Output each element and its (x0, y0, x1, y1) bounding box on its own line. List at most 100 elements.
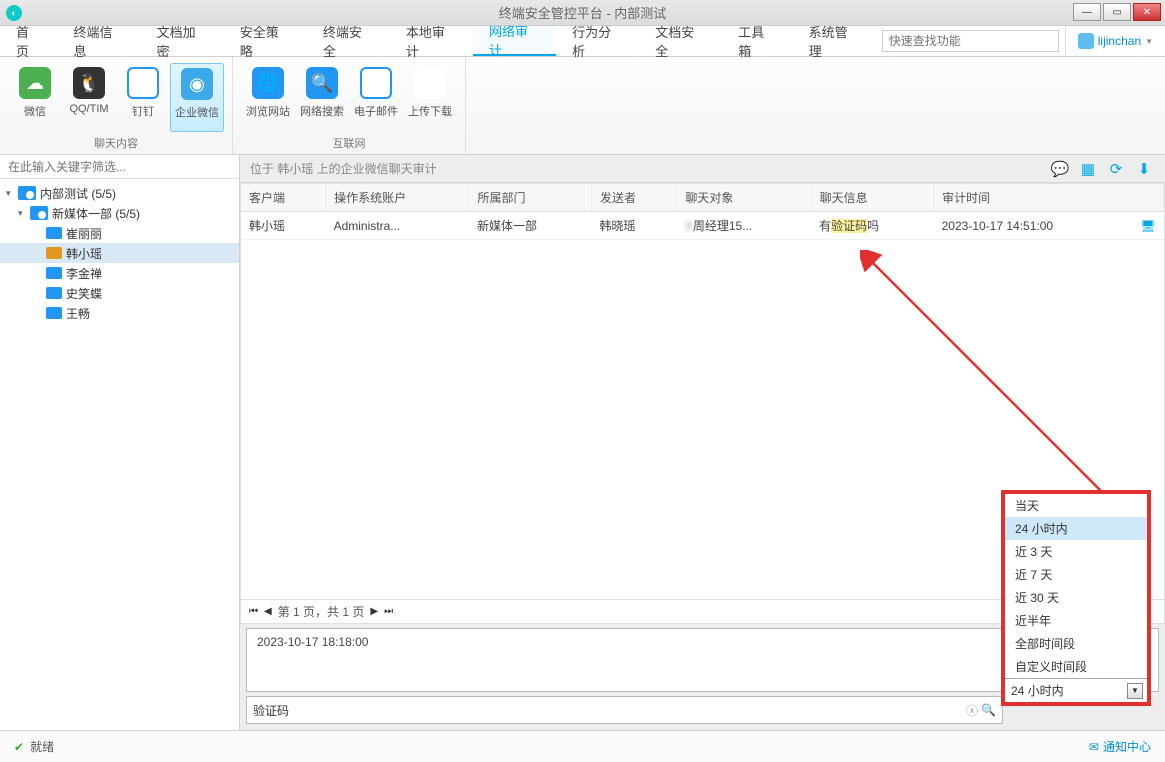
pc-icon (46, 267, 62, 279)
tab-doc-security[interactable]: 文档安全 (639, 26, 722, 56)
ribbon-group-internet-label: 互联网 (233, 132, 465, 154)
ribbon-email[interactable]: ✉电子邮件 (349, 63, 403, 132)
maximize-button[interactable]: ▭ (1103, 3, 1131, 21)
statusbar: ✔ 就绪 ✉ 通知中心 (0, 730, 1165, 762)
monitor-icon[interactable]: 🖥 (1140, 219, 1155, 233)
time-option[interactable]: 近 3 天 (1005, 540, 1147, 563)
tree: ▾内部测试 (5/5) ▾新媒体一部 (5/5) 崔丽丽 韩小瑶 李金禅 史笑蝶… (0, 179, 239, 730)
location-text: 位于 韩小瑶 上的企业微信聊天审计 (250, 160, 437, 177)
col-os-account[interactable]: 操作系统账户 (326, 184, 469, 212)
minimize-button[interactable]: — (1073, 3, 1101, 21)
notification-center[interactable]: ✉ 通知中心 (1089, 738, 1151, 755)
window-controls: — ▭ ✕ (1073, 3, 1161, 21)
username: lijinchan (1098, 34, 1141, 48)
pc-icon (46, 307, 62, 319)
sidebar: ▾内部测试 (5/5) ▾新媒体一部 (5/5) 崔丽丽 韩小瑶 李金禅 史笑蝶… (0, 155, 240, 730)
tab-local-audit[interactable]: 本地审计 (390, 26, 473, 56)
time-option[interactable]: 当天 (1005, 494, 1147, 517)
ding-icon: ✈ (127, 67, 159, 99)
tree-member[interactable]: 李金禅 (0, 263, 239, 283)
pager-first[interactable]: ⏮ (249, 606, 258, 617)
log-timestamp: 2023-10-17 18:18:00 (257, 635, 368, 649)
cloud-upload-icon: ☁ (414, 67, 446, 99)
col-target[interactable]: 聊天对象 (677, 184, 811, 212)
col-time[interactable]: 审计时间 (934, 184, 1164, 212)
keyword-value[interactable]: 验证码 (253, 702, 289, 719)
time-combo-value: 24 小时内 (1011, 682, 1064, 699)
quick-search-input[interactable] (882, 30, 1059, 52)
wechat-icon: ☁ (19, 67, 51, 99)
search-icon[interactable]: 🔍 (981, 703, 996, 717)
cell-time: 2023-10-17 14:51:00 🖥 (934, 212, 1164, 240)
collapse-icon: ▾ (18, 208, 30, 219)
location-bar: 位于 韩小瑶 上的企业微信聊天审计 💬 ▦ ⟳ ⬇ (240, 155, 1165, 183)
ribbon-wechat[interactable]: ☁微信 (8, 63, 62, 132)
tree-member[interactable]: 史笑蝶 (0, 283, 239, 303)
tree-member[interactable]: 崔丽丽 (0, 223, 239, 243)
chevron-down-icon[interactable]: ▼ (1127, 683, 1143, 699)
pc-icon (46, 287, 62, 299)
avatar-icon (1078, 33, 1094, 49)
chat-bubble-icon[interactable]: 💬 (1049, 158, 1071, 180)
tab-terminal-info[interactable]: 终端信息 (58, 26, 141, 56)
user-menu[interactable]: lijinchan ▼ (1065, 26, 1165, 56)
pager-last[interactable]: ⏭ (384, 606, 393, 617)
tab-home[interactable]: 首页 (0, 26, 58, 56)
ribbon-upload[interactable]: ☁上传下载 (403, 63, 457, 132)
pager-prev[interactable]: ◀ (264, 606, 272, 617)
tree-member[interactable]: 王畅 (0, 303, 239, 323)
check-icon: ✔ (14, 740, 24, 754)
collapse-icon: ▾ (6, 188, 18, 199)
time-range-dropdown: 当天 24 小时内 近 3 天 近 7 天 近 30 天 近半年 全部时间段 自… (1001, 490, 1151, 706)
ribbon-dingding[interactable]: ✈钉钉 (116, 63, 170, 132)
refresh-icon[interactable]: ⟳ (1105, 158, 1127, 180)
tab-terminal-security[interactable]: 终端安全 (307, 26, 390, 56)
col-client[interactable]: 客户端 (241, 184, 326, 212)
menubar: 首页 终端信息 文档加密 安全策略 终端安全 本地审计 网络审计 行为分析 文档… (0, 26, 1165, 57)
tab-system-mgmt[interactable]: 系统管理 (793, 26, 876, 56)
tab-doc-encrypt[interactable]: 文档加密 (141, 26, 224, 56)
cell-message: 有验证码吗 (811, 212, 934, 240)
tab-toolbox[interactable]: 工具箱 (722, 26, 792, 56)
app-logo-icon: ◐ (6, 5, 22, 21)
clear-icon[interactable]: ⓧ (966, 702, 978, 719)
tree-filter-input[interactable] (0, 155, 239, 179)
group-icon (18, 186, 36, 200)
tree-member-selected[interactable]: 韩小瑶 (0, 243, 239, 263)
col-sender[interactable]: 发送者 (591, 184, 676, 212)
tab-behavior[interactable]: 行为分析 (556, 26, 639, 56)
time-combo[interactable]: 24 小时内 ▼ (1005, 678, 1147, 702)
status-text: 就绪 (30, 738, 54, 755)
pc-icon (46, 227, 62, 239)
tree-dept[interactable]: ▾新媒体一部 (5/5) (0, 203, 239, 223)
col-dept[interactable]: 所属部门 (469, 184, 591, 212)
ribbon-browse[interactable]: 🌐浏览网站 (241, 63, 295, 132)
cell-os-account: Administra... (326, 212, 469, 240)
search-icon: 🔍 (306, 67, 338, 99)
window-icon[interactable]: ▦ (1077, 158, 1099, 180)
ribbon-group-internet: 🌐浏览网站 🔍网络搜索 ✉电子邮件 ☁上传下载 互联网 (233, 57, 466, 154)
ribbon-group-chat-label: 聊天内容 (0, 132, 232, 154)
keyword-input-wrap: 验证码 ⓧ 🔍 (246, 696, 1003, 724)
cell-dept: 新媒体一部 (469, 212, 591, 240)
ribbon-enterprise-wechat[interactable]: ◉企业微信 (170, 63, 224, 132)
col-message[interactable]: 聊天信息 (811, 184, 934, 212)
ribbon-websearch[interactable]: 🔍网络搜索 (295, 63, 349, 132)
tab-network-audit[interactable]: 网络审计 (473, 26, 556, 56)
time-option[interactable]: 近 7 天 (1005, 563, 1147, 586)
download-icon[interactable]: ⬇ (1133, 158, 1155, 180)
time-option[interactable]: 近半年 (1005, 609, 1147, 632)
time-option[interactable]: 近 30 天 (1005, 586, 1147, 609)
ribbon-qq[interactable]: 🐧QQ/TIM (62, 63, 116, 132)
table-row[interactable]: 韩小瑶 Administra... 新媒体一部 韩晓瑶 X周经理15... 有验… (241, 212, 1164, 240)
time-option[interactable]: 全部时间段 (1005, 632, 1147, 655)
cell-target: X周经理15... (677, 212, 811, 240)
tab-security-policy[interactable]: 安全策略 (224, 26, 307, 56)
globe-icon: 🌐 (252, 67, 284, 99)
time-option[interactable]: 自定义时间段 (1005, 655, 1147, 678)
time-option-selected[interactable]: 24 小时内 (1005, 517, 1147, 540)
pager-next[interactable]: ▶ (370, 606, 378, 617)
tree-root[interactable]: ▾内部测试 (5/5) (0, 183, 239, 203)
close-button[interactable]: ✕ (1133, 3, 1161, 21)
chevron-down-icon: ▼ (1145, 37, 1153, 46)
